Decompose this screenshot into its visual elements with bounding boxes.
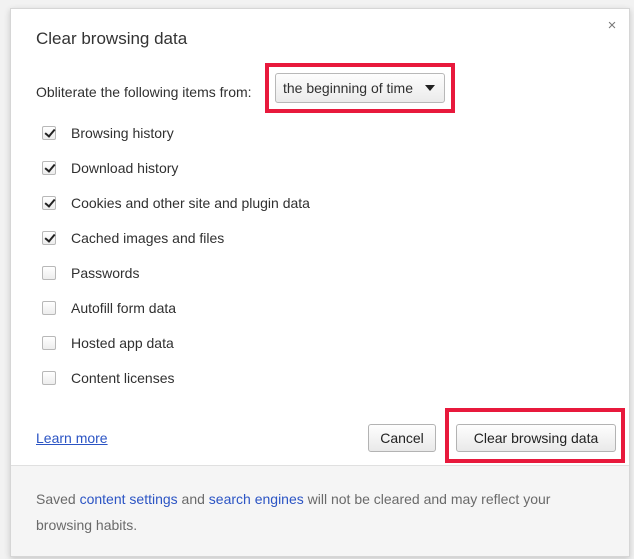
dialog-title: Clear browsing data	[36, 29, 188, 48]
info-bar: Saved content settings and search engine…	[11, 465, 629, 556]
info-middle: and	[177, 491, 209, 507]
dropdown-caret-icon	[425, 85, 435, 91]
timerange-highlight: the beginning of time	[265, 63, 455, 113]
item-label: Autofill form data	[71, 299, 177, 316]
item-label: Content licenses	[71, 369, 175, 386]
timerange-label: Obliterate the following items from:	[36, 84, 252, 100]
info-prefix: Saved	[36, 491, 80, 507]
item-autofill[interactable]: Autofill form data	[42, 290, 310, 325]
item-passwords[interactable]: Passwords	[42, 255, 310, 290]
timerange-row: Obliterate the following items from:	[36, 77, 252, 107]
close-icon[interactable]: ×	[605, 18, 619, 33]
content-settings-link[interactable]: content settings	[80, 491, 178, 507]
item-label: Cookies and other site and plugin data	[71, 194, 310, 211]
item-content-licenses[interactable]: Content licenses	[42, 360, 310, 395]
search-engines-link[interactable]: search engines	[209, 491, 304, 507]
item-label: Download history	[71, 159, 179, 176]
item-label: Passwords	[71, 264, 140, 281]
timerange-select[interactable]: the beginning of time	[275, 73, 445, 103]
checkbox[interactable]	[42, 125, 56, 140]
checkbox[interactable]	[42, 300, 56, 315]
dialog-footer: Learn more Cancel Clear browsing data	[11, 408, 629, 464]
item-hosted-app-data[interactable]: Hosted app data	[42, 325, 310, 360]
clear-browsing-data-dialog: Clear browsing data × Obliterate the fol…	[10, 8, 630, 557]
checkbox[interactable]	[42, 195, 56, 210]
checkbox[interactable]	[42, 335, 56, 350]
checkbox[interactable]	[42, 160, 56, 175]
item-download-history[interactable]: Download history	[42, 150, 310, 185]
checkbox[interactable]	[42, 230, 56, 245]
item-label: Hosted app data	[71, 334, 174, 351]
cancel-button[interactable]: Cancel	[368, 424, 436, 452]
item-cached-images[interactable]: Cached images and files	[42, 220, 310, 255]
clear-browsing-data-button[interactable]: Clear browsing data	[456, 424, 616, 452]
timerange-select-value: the beginning of time	[283, 80, 413, 96]
item-browsing-history[interactable]: Browsing history	[42, 115, 310, 150]
items-list: Browsing history Download history Cookie…	[42, 115, 310, 395]
item-label: Browsing history	[71, 124, 174, 141]
learn-more-link[interactable]: Learn more	[36, 430, 108, 446]
checkbox[interactable]	[42, 265, 56, 280]
item-cookies[interactable]: Cookies and other site and plugin data	[42, 185, 310, 220]
item-label: Cached images and files	[71, 229, 225, 246]
checkbox[interactable]	[42, 370, 56, 385]
